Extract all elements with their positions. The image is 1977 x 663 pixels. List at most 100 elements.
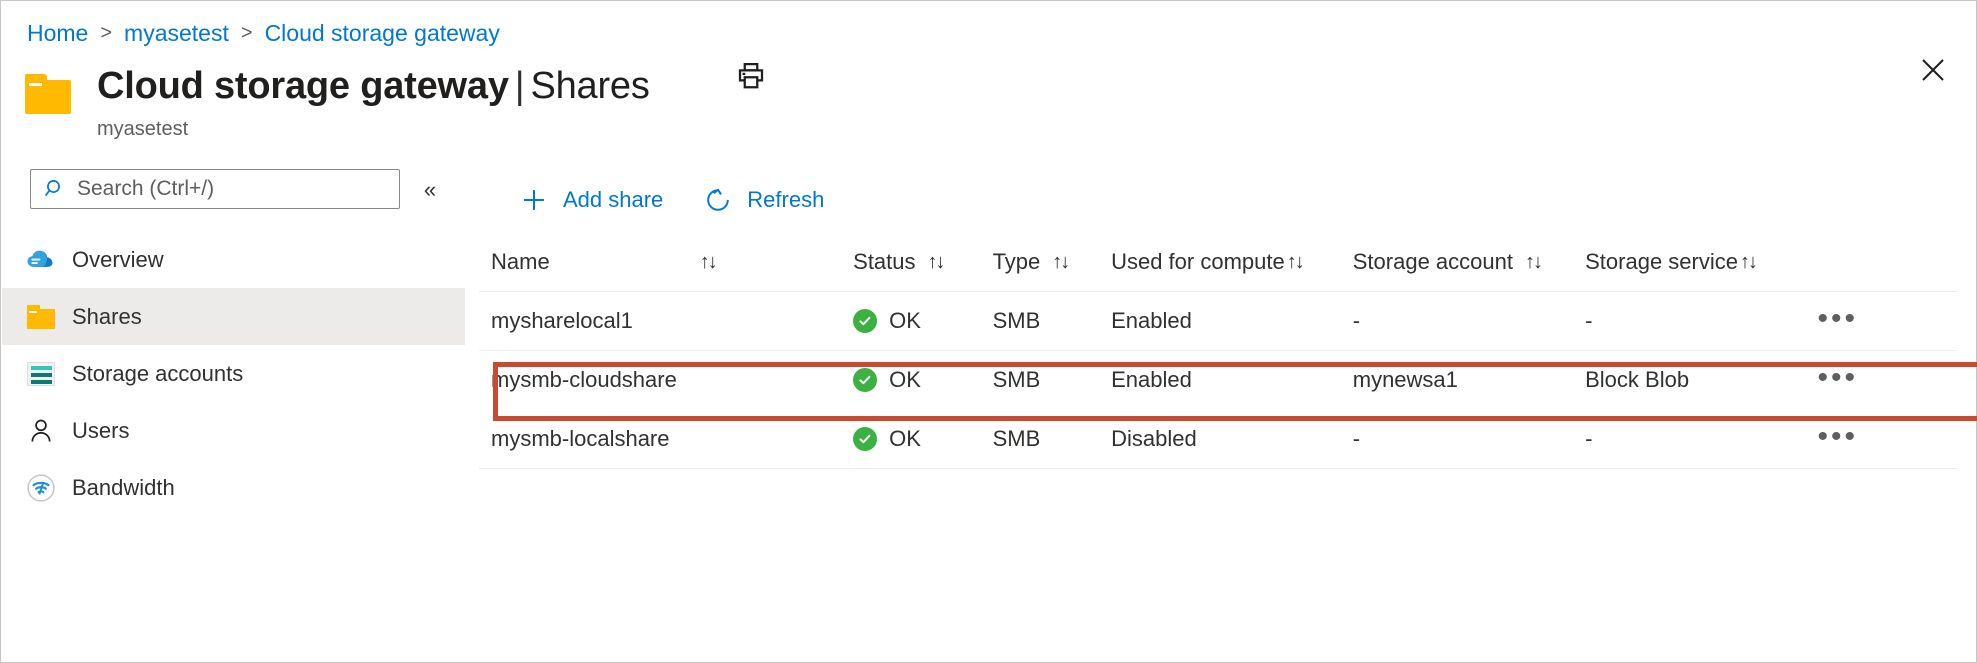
close-icon [1918,55,1948,90]
column-header-label: Used for compute [1111,249,1285,274]
cell-status: OK [853,291,993,351]
cell-used-for-compute: Enabled [1111,291,1353,351]
cell-storage-account: mynewsa1 [1352,367,1458,392]
column-header-status[interactable]: Status ↑↓ [853,249,993,292]
shares-table-wrapper: Name ↑↓ Status ↑↓ Type ↑↓ Used for compu… [465,249,1977,469]
cell-storage-account: - [1352,291,1586,351]
column-header-label: Name [491,249,550,274]
refresh-label: Refresh [747,187,825,212]
cell-storage-service: - [1585,409,1818,469]
refresh-icon [703,185,733,215]
status-ok-icon [853,309,878,333]
breadcrumb-item-myasetest[interactable]: myasetest [124,20,229,47]
sort-icon[interactable]: ↑↓ [1740,251,1758,274]
column-header-label: Storage account [1352,249,1513,274]
breadcrumb-separator: > [240,21,253,44]
breadcrumb: Home > myasetest > Cloud storage gateway [27,18,500,48]
sidebar-item-shares[interactable]: Shares [2,288,465,345]
column-header-used-for-compute[interactable]: Used for compute ↑↓ [1111,249,1353,292]
cell-storage-service: Block Blob [1585,367,1690,392]
column-header-label: Storage service [1585,249,1738,274]
cell-used-for-compute: Enabled [1111,367,1192,392]
row-more-menu-button[interactable]: ••• [1818,363,1859,393]
table-row[interactable]: mysmb-cloudshare OK SMB Enabled mynewsa1… [479,351,1957,410]
add-share-button[interactable]: Add share [507,178,675,222]
folder-icon [24,302,58,332]
search-input[interactable] [77,177,377,201]
column-header-storage-account[interactable]: Storage account ↑↓ [1352,249,1586,292]
page-title-main: Cloud storage gateway [97,65,509,107]
sort-icon[interactable]: ↑↓ [1525,251,1543,274]
sidebar-search-row: « [2,169,465,211]
cell-actions: ••• [1817,409,1957,469]
sidebar-item-label: Shares [72,303,142,329]
cloud-icon [24,245,58,275]
column-header-actions [1817,249,1957,292]
cell-type: SMB [992,367,1041,392]
shares-table: Name ↑↓ Status ↑↓ Type ↑↓ Used for compu… [479,249,1957,469]
table-row[interactable]: mysmb-localshare OK SMB Disabled - - ••• [479,409,1957,469]
column-header-storage-service[interactable]: Storage service ↑↓ [1585,249,1818,292]
page-title: Cloud storage gateway | Shares [97,63,650,109]
plus-icon [519,185,549,215]
status-label: OK [889,426,921,451]
cell-used-for-compute: Disabled [1111,409,1353,469]
cell-storage-account: - [1352,409,1586,469]
cell-storage-service: - [1585,291,1818,351]
cell-type: SMB [992,291,1112,351]
sort-icon[interactable]: ↑↓ [700,251,718,274]
sidebar-item-label: Storage accounts [72,360,244,386]
cell-status: OK [853,351,992,410]
sidebar-nav-list: Overview Shares Storage accounts Users B… [2,231,465,516]
column-header-name[interactable]: Name ↑↓ [479,249,854,292]
refresh-button[interactable]: Refresh [691,178,836,222]
sidebar-item-overview[interactable]: Overview [2,231,465,288]
column-header-type[interactable]: Type ↑↓ [992,249,1112,292]
print-icon [736,61,766,96]
command-toolbar: Add share Refresh [465,169,1975,231]
sort-icon[interactable]: ↑↓ [1287,251,1305,274]
sidebar-item-bandwidth[interactable]: Bandwidth [2,459,465,516]
page-subtitle: myasetest [97,118,189,140]
sidebar-item-users[interactable]: Users [2,402,465,459]
cell-name[interactable]: mysmb-localshare [479,409,854,469]
table-row[interactable]: mysharelocal1 OK SMB Enabled - - ••• [479,291,1957,351]
azure-portal-blade: Home > myasetest > Cloud storage gateway… [0,0,1977,663]
cell-status: OK [853,409,993,469]
page-title-section: Shares [530,65,650,107]
sort-icon[interactable]: ↑↓ [1052,251,1070,274]
search-icon [43,177,67,201]
sidebar-item-label: Users [72,417,130,443]
status-label: OK [889,367,921,392]
shares-table-body: mysharelocal1 OK SMB Enabled - - ••• mys… [479,291,1957,469]
row-more-menu-button[interactable]: ••• [1818,422,1859,452]
page-title-separator: | [514,65,525,107]
cell-name[interactable]: mysmb-cloudshare [479,351,853,410]
breadcrumb-item-cloud-storage-gateway[interactable]: Cloud storage gateway [265,20,500,47]
print-button[interactable] [727,57,775,99]
cell-actions: ••• [1818,351,1958,410]
folder-icon [25,74,71,114]
cell-actions: ••• [1817,291,1957,351]
status-ok-icon [853,368,878,392]
column-header-label: Status [853,249,916,274]
column-header-label: Type [992,249,1041,274]
cell-type: SMB [992,409,1112,469]
bandwidth-icon [24,473,58,503]
table-header-row: Name ↑↓ Status ↑↓ Type ↑↓ Used for compu… [479,249,1957,292]
search-box[interactable] [30,169,400,209]
sidebar: « Overview Shares [2,169,466,661]
main-content: Add share Refresh Name ↑↓ Status ↑↓ Type… [465,169,1977,661]
row-more-menu-button[interactable]: ••• [1818,304,1859,334]
blade-title-row: Cloud storage gateway | Shares myasetest [25,63,650,141]
status-ok-icon [853,427,878,451]
close-button[interactable] [1912,51,1954,93]
breadcrumb-item-home[interactable]: Home [27,20,88,47]
sidebar-item-storage-accounts[interactable]: Storage accounts [2,345,465,402]
collapse-sidebar-button[interactable]: « [414,177,446,203]
sort-icon[interactable]: ↑↓ [928,251,946,274]
user-icon [24,416,58,446]
sidebar-item-label: Overview [72,246,164,272]
cell-name[interactable]: mysharelocal1 [479,291,854,351]
sidebar-item-label: Bandwidth [72,474,175,500]
